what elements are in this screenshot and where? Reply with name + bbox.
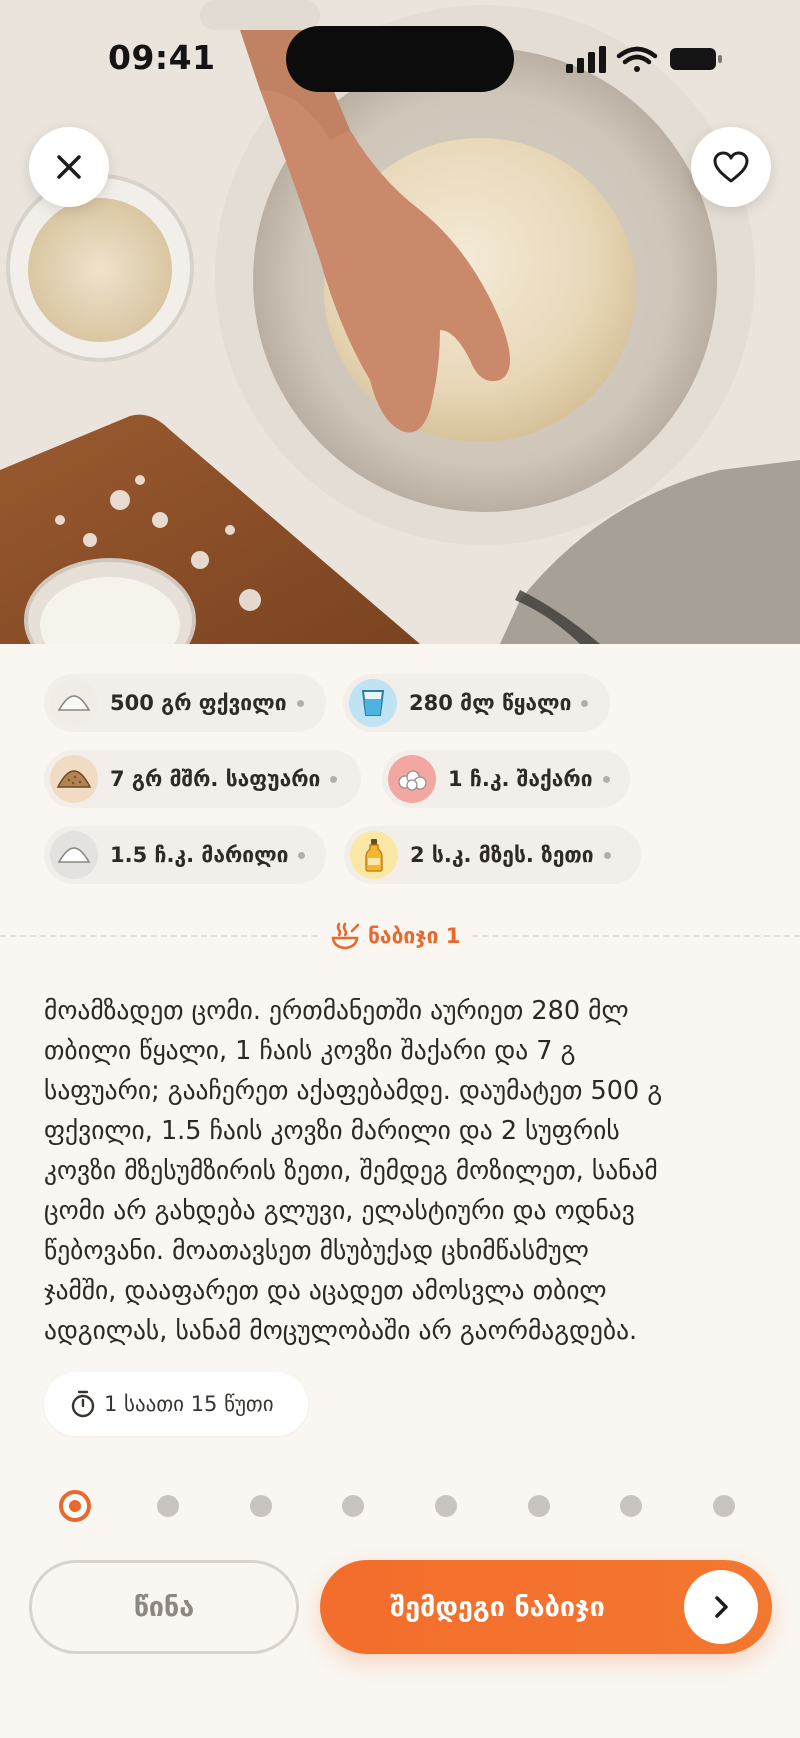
dynamic-island <box>286 26 514 92</box>
step-indicator: ნაბიჯი 1 <box>318 916 473 956</box>
battery-icon <box>670 48 722 70</box>
progress-dot[interactable] <box>713 1495 735 1517</box>
bowl-steam-icon <box>331 922 360 950</box>
next-step-button[interactable]: შემდეგი ნაბიჯი <box>320 1560 772 1654</box>
ingredient-dot <box>603 851 611 859</box>
system-status-icons <box>566 46 722 73</box>
progress-dot[interactable] <box>435 1495 457 1517</box>
close-icon <box>57 155 81 179</box>
ingredient-label: 280 მლ წყალი <box>409 691 572 715</box>
ingredient-dot <box>581 699 589 707</box>
progress-dot[interactable] <box>620 1495 642 1517</box>
ingredient-chip-sugar: 1 ჩ.კ. შაქარი <box>382 750 630 808</box>
ingredient-label: 2 ს.კ. მზეს. ზეთი <box>410 843 594 867</box>
favorite-button[interactable] <box>691 127 771 207</box>
oil-bottle-icon <box>350 831 398 879</box>
next-arrow <box>684 1570 758 1644</box>
sugar-cubes-icon <box>388 755 436 803</box>
flour-pile-icon <box>50 679 98 727</box>
progress-dot[interactable] <box>250 1495 272 1517</box>
salt-pile-icon <box>50 831 98 879</box>
ingredient-dot <box>296 699 304 707</box>
step-timer[interactable]: 1 საათი 15 წუთი <box>44 1372 308 1436</box>
status-time: 09:41 <box>108 38 216 77</box>
ingredient-label: 1 ჩ.კ. შაქარი <box>448 767 593 791</box>
yeast-pile-icon <box>50 755 98 803</box>
water-glass-icon <box>349 679 397 727</box>
progress-dot-active[interactable] <box>59 1490 91 1522</box>
ingredient-chip-water: 280 მლ წყალი <box>343 674 610 732</box>
progress-dot[interactable] <box>342 1495 364 1517</box>
progress-dot[interactable] <box>157 1495 179 1517</box>
previous-step-button[interactable]: წინა <box>29 1560 299 1654</box>
close-button[interactable] <box>29 127 109 207</box>
step-instruction-text: მოამზადეთ ცომი. ერთმანეთში აურიეთ 280 მლ… <box>44 996 663 1346</box>
ingredient-dot <box>330 775 338 783</box>
ingredient-dot <box>602 775 610 783</box>
signal-icon <box>566 46 606 73</box>
progress-dot[interactable] <box>528 1495 550 1517</box>
ingredient-label: 7 გრ მშრ. საფუარი <box>110 767 321 791</box>
ingredient-chip-salt: 1.5 ჩ.კ. მარილი <box>44 826 326 884</box>
status-bar: 09:41 <box>0 0 800 118</box>
previous-step-label: წინა <box>133 1591 195 1623</box>
stopwatch-icon <box>71 1390 95 1418</box>
ingredient-dot <box>298 851 306 859</box>
ingredient-label: 1.5 ჩ.კ. მარილი <box>110 843 289 867</box>
heart-icon <box>713 151 749 183</box>
chevron-right-icon <box>715 1596 728 1618</box>
step-label: ნაბიჯი 1 <box>368 924 461 948</box>
next-step-label: შემდეგი ნაბიჯი <box>390 1591 605 1623</box>
ingredient-chip-yeast: 7 გრ მშრ. საფუარი <box>44 750 361 808</box>
ingredient-chip-oil: 2 ს.კ. მზეს. ზეთი <box>344 826 641 884</box>
wifi-icon <box>616 46 658 72</box>
timer-label: 1 საათი 15 წუთი <box>104 1392 274 1416</box>
ingredient-label: 500 გრ ფქვილი <box>110 691 287 715</box>
ingredient-chip-flour: 500 გრ ფქვილი <box>44 674 326 732</box>
